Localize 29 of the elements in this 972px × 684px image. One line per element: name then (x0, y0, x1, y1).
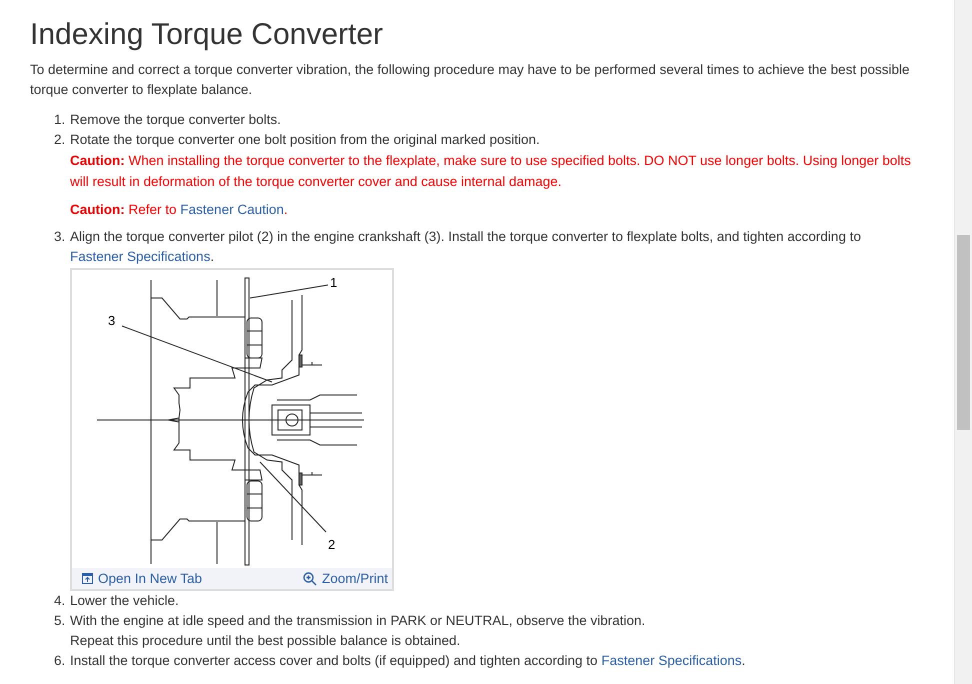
intro-paragraph: To determine and correct a torque converter vibration, the following procedure may have to be performed several times to achieve the best possible torque converter to flexplate balance. (30, 61, 910, 99)
callout-number: 2 (328, 537, 336, 552)
step-number: 4. (54, 592, 66, 610)
step-text: Install the torque converter access cover and bolts (if equipped) and tighten according to Fastener Specifications. (70, 652, 746, 670)
caution-link[interactable]: Fastener Caution (180, 202, 284, 217)
step-number: 3. (54, 228, 66, 246)
zoom-in-icon (302, 572, 317, 586)
scrollbar-thumb[interactable] (957, 235, 970, 430)
zoom-print-link[interactable]: Zoom/Print (302, 571, 388, 586)
step-number: 5. (54, 612, 66, 630)
new-tab-icon (82, 573, 93, 584)
step-text: Align the torque converter pilot (2) in the engine crankshaft (3). Install the torque converter to flexplate bolts, and tighten according to Fastener Specifications. (70, 228, 862, 266)
caution-note: Caution: When installing the torque converter to the flexplate, make sure to use specified bolts. DO NOT use longer bolts. Using longer bolts will result in deformation of the torque converter cover and cause internal damage. (70, 152, 912, 191)
step-text: Remove the torque converter bolts. (70, 111, 282, 129)
specifications-link[interactable]: Fastener Specifications (70, 249, 210, 264)
step-number: 1. (54, 111, 66, 129)
open-in-new-tab-link[interactable]: Open In New Tab (82, 571, 202, 586)
step-text: Repeat this procedure until the best possible balance is obtained. (70, 632, 462, 650)
specifications-link[interactable]: Fastener Specifications (601, 653, 742, 668)
page-title: Indexing Torque Converter (30, 17, 384, 53)
caution-note: Caution: Refer to Fastener Caution. (70, 201, 289, 219)
callout-number: 1 (330, 275, 338, 290)
step-number: 6. (54, 652, 66, 670)
step-number: 2. (54, 131, 66, 149)
step-text: With the engine at idle speed and the transmission in PARK or NEUTRAL, observe the vibration. (70, 612, 646, 630)
callout-number: 3 (108, 313, 116, 328)
leader-line (260, 462, 326, 532)
step-text: Rotate the torque converter one bolt position from the original marked position. (70, 131, 541, 149)
step-text: Lower the vehicle. (70, 592, 180, 610)
